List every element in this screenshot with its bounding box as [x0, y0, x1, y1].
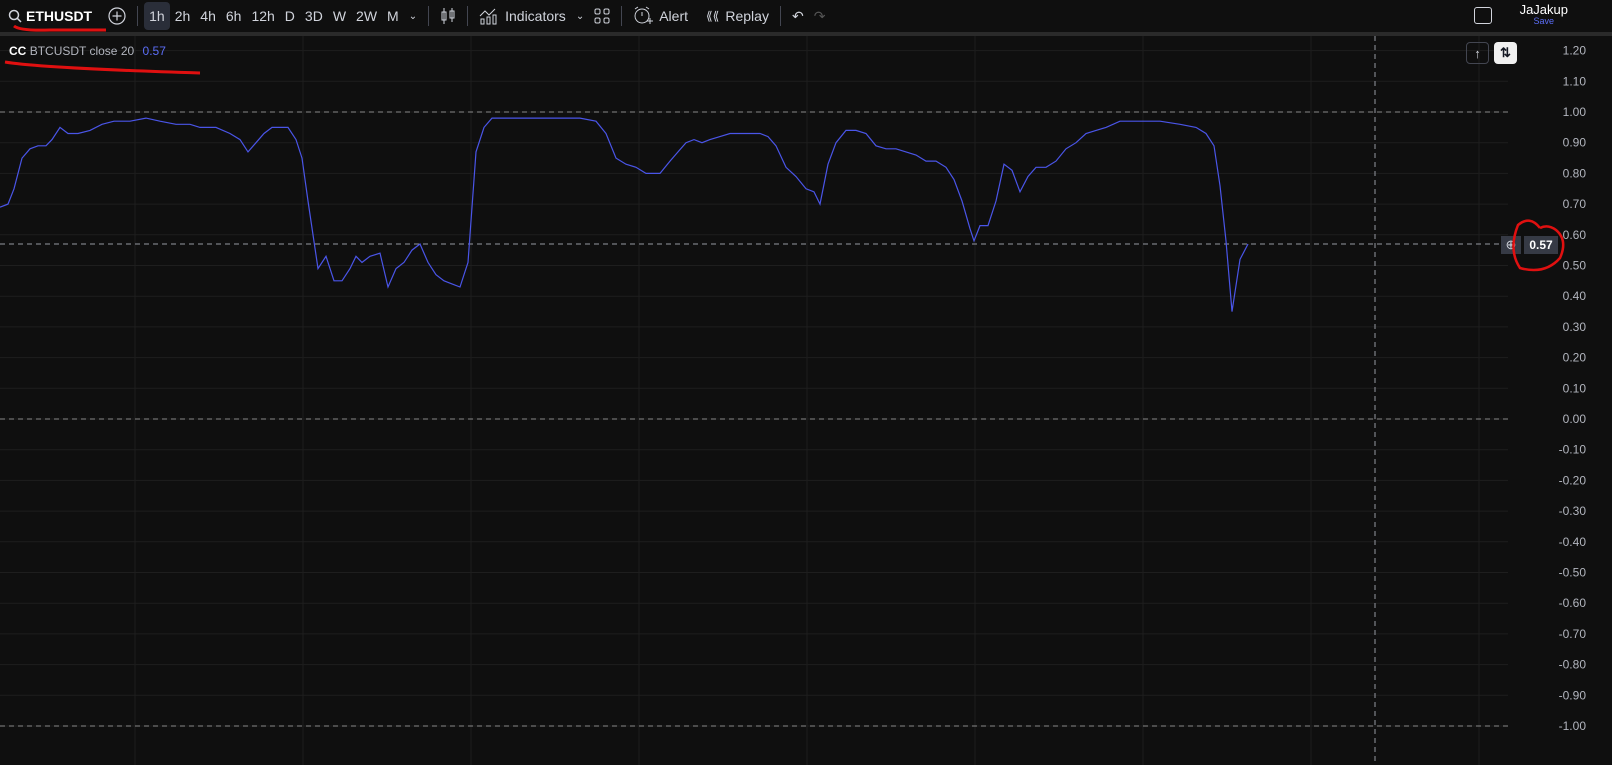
y-tick-label: -0.90: [1559, 688, 1587, 702]
undo-button[interactable]: ↶: [787, 2, 809, 30]
plus-circle-icon: [108, 7, 126, 25]
divider: [621, 6, 623, 26]
y-tick-label: -0.20: [1559, 473, 1587, 487]
indicator-chart[interactable]: 1.20 1.10 1.00 0.90 0.80 0.70 0.60 0.50 0.40 0.30…: [0, 36, 1612, 765]
current-value-tag: 0.57: [1524, 236, 1558, 254]
y-tick-label: 1.10: [1563, 74, 1587, 88]
interval-group: 1h 2h 4h 6h 12h D 3D W 2W M: [144, 2, 404, 30]
plus-circle-icon: ⊕: [1505, 237, 1517, 252]
y-tick-label: -0.70: [1559, 627, 1587, 641]
grid-layout-icon: [594, 8, 610, 24]
y-tick-label: 0.30: [1563, 320, 1587, 334]
alert-button[interactable]: Alert: [628, 2, 693, 30]
y-tick-label: -0.50: [1559, 566, 1587, 580]
chart-type-button[interactable]: [435, 2, 461, 30]
y-tick-label: 0.40: [1563, 289, 1587, 303]
y-tick-label: 1.00: [1563, 105, 1587, 119]
interval-M[interactable]: M: [382, 2, 404, 30]
y-tick-label: 0.50: [1563, 259, 1587, 273]
candlestick-icon: [441, 8, 455, 24]
undo-icon: ↶: [791, 7, 804, 24]
divider: [779, 6, 781, 26]
y-tick-label: -0.80: [1559, 658, 1587, 672]
top-toolbar: ETHUSDT 1h 2h 4h 6h 12h D 3D W 2W M ⌄ Indicators …: [0, 0, 1612, 32]
replay-label: Replay: [725, 8, 769, 24]
scroll-up-button[interactable]: ↑: [1466, 42, 1489, 64]
series-line-cc: [0, 117, 1249, 312]
y-tick-label: -0.30: [1559, 504, 1587, 518]
replay-button[interactable]: ⟪⟪ Replay: [701, 2, 774, 30]
search-icon: [8, 9, 22, 23]
symbol-search-button[interactable]: ETHUSDT: [0, 2, 97, 30]
indicator-name: CC: [9, 44, 27, 58]
y-tick-label: 1.20: [1563, 44, 1587, 58]
chevron-down-icon: ⌄: [408, 10, 418, 22]
indicators-label: Indicators: [505, 8, 566, 24]
y-tick-label: 0.90: [1563, 136, 1587, 150]
y-tick-label: 0.80: [1563, 166, 1587, 180]
interval-1h[interactable]: 1h: [144, 2, 170, 30]
save-link[interactable]: Save: [1520, 16, 1568, 26]
interval-dropdown[interactable]: ⌄: [404, 2, 422, 30]
indicators-button[interactable]: Indicators: [474, 2, 571, 30]
indicators-dropdown[interactable]: ⌄: [571, 2, 589, 30]
rewind-icon: ⟪⟪: [706, 9, 720, 23]
fullscreen-button[interactable]: [1474, 7, 1492, 24]
indicator-legend[interactable]: CC BTCUSDT close 20 0.57: [9, 44, 166, 58]
compare-symbol-button[interactable]: [103, 2, 131, 30]
interval-12h[interactable]: 12h: [246, 2, 279, 30]
alarm-clock-icon: [634, 6, 654, 24]
add-price-line-button[interactable]: ⊕: [1501, 236, 1521, 254]
interval-6h[interactable]: 6h: [221, 2, 247, 30]
indicator-value: 0.57: [142, 44, 166, 58]
alert-label: Alert: [659, 8, 688, 24]
y-tick-label: 0.20: [1563, 351, 1587, 365]
indicator-params: BTCUSDT close 20: [29, 44, 135, 58]
interval-4h[interactable]: 4h: [195, 2, 221, 30]
indicators-icon: [479, 8, 497, 25]
user-menu[interactable]: JaJakup Save: [1520, 2, 1568, 26]
divider: [467, 6, 469, 26]
user-name: JaJakup: [1519, 2, 1568, 17]
auto-scale-button[interactable]: ⇅: [1494, 42, 1517, 64]
divider: [137, 6, 139, 26]
y-tick-label: 0.00: [1563, 412, 1587, 426]
layouts-button[interactable]: [589, 2, 615, 30]
divider: [428, 6, 430, 26]
interval-2h[interactable]: 2h: [170, 2, 196, 30]
y-tick-label: -0.60: [1559, 596, 1587, 610]
interval-2W[interactable]: 2W: [351, 2, 382, 30]
redo-icon: ↷: [813, 7, 826, 24]
y-tick-label: 0.10: [1563, 381, 1587, 395]
interval-W[interactable]: W: [328, 2, 351, 30]
interval-D[interactable]: D: [280, 2, 300, 30]
arrow-up-icon: ↑: [1474, 45, 1481, 61]
y-tick-label: -0.10: [1559, 443, 1587, 457]
interval-3D[interactable]: 3D: [300, 2, 328, 30]
y-tick-label: 0.60: [1563, 228, 1587, 242]
chevron-down-icon: ⌄: [575, 10, 585, 22]
redo-button[interactable]: ↷: [809, 2, 831, 30]
y-tick-label: -0.40: [1559, 535, 1587, 549]
auto-scale-icon: ⇅: [1500, 45, 1511, 60]
symbol-label: ETHUSDT: [26, 8, 93, 24]
y-tick-label: -1.00: [1559, 719, 1587, 733]
y-tick-label: 0.70: [1563, 197, 1587, 211]
